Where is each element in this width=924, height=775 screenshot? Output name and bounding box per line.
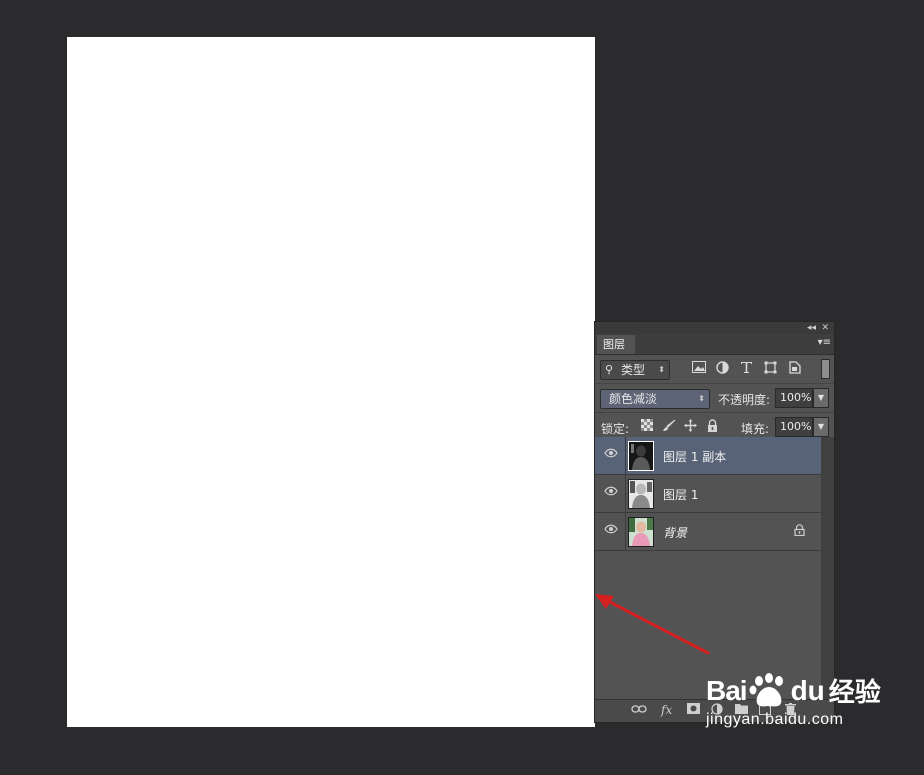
- opacity-label: 不透明度:: [718, 393, 771, 407]
- divider: [625, 437, 626, 475]
- baidu-paw-icon: [747, 672, 791, 709]
- layer-name: 图层 1: [663, 488, 699, 502]
- image-filter-icon[interactable]: [691, 361, 706, 375]
- lock-icon: [794, 524, 805, 539]
- annotation-arrow-icon: [595, 594, 710, 655]
- eye-icon[interactable]: [604, 523, 618, 537]
- layer-thumbnail: [628, 479, 654, 509]
- layer-name: 图层 1 副本: [663, 450, 727, 464]
- baidu-logo: Bai du 经验: [706, 672, 906, 709]
- close-icon[interactable]: ✕: [821, 322, 829, 334]
- filter-row: ⚲ 类型 ⬍: [595, 355, 834, 384]
- lock-label: 锁定:: [601, 422, 630, 436]
- layer-thumbnail: [628, 517, 654, 547]
- smart-object-filter-icon[interactable]: [787, 361, 802, 375]
- fill-label: 填充:: [741, 422, 770, 436]
- chevron-updown-icon: ⬍: [698, 394, 705, 403]
- blend-mode-select[interactable]: 颜色减淡 ⬍: [600, 389, 710, 409]
- opacity-input[interactable]: 100%: [775, 388, 813, 408]
- layer-row-layer1[interactable]: 图层 1: [595, 475, 821, 513]
- filter-kind-select[interactable]: ⚲ 类型 ⬍: [600, 360, 670, 380]
- collapse-icon[interactable]: ◂◂: [807, 322, 816, 334]
- lock-position-move-icon[interactable]: [683, 419, 698, 434]
- link-layers-icon[interactable]: [631, 703, 647, 717]
- watermark-brand-a: Bai: [706, 674, 748, 706]
- tab-layers[interactable]: 图层: [597, 335, 635, 354]
- search-icon: ⚲: [605, 363, 614, 376]
- filter-kind-label: 类型: [621, 363, 646, 377]
- layer-row-copy[interactable]: 图层 1 副本: [595, 437, 821, 475]
- eye-icon[interactable]: [604, 447, 618, 461]
- baidu-watermark: Bai du 经验 jingyan.baidu.com: [706, 672, 906, 729]
- filter-toggle-switch[interactable]: [821, 359, 830, 379]
- layer-row-background[interactable]: 背景: [595, 513, 821, 551]
- layer-name: 背景: [663, 526, 688, 540]
- divider: [625, 475, 626, 513]
- watermark-brand-b: du: [790, 674, 825, 706]
- lock-transparent-pixels-icon[interactable]: [639, 419, 654, 434]
- fill-dropdown-button[interactable]: ▼: [813, 417, 829, 437]
- watermark-url: jingyan.baidu.com: [706, 711, 844, 728]
- panel-titlebar: ◂◂ ✕: [595, 322, 834, 334]
- chevron-updown-icon: ⬍: [658, 365, 665, 374]
- add-mask-icon[interactable]: [687, 703, 700, 717]
- shape-filter-icon[interactable]: [763, 361, 778, 375]
- blend-row: 颜色减淡 ⬍ 不透明度: 100% ▼: [595, 384, 834, 413]
- layers-panel: ◂◂ ✕ 图层 ▾≡ ⚲ 类型 ⬍ 颜色减淡 ⬍ 不透明度: 100% ▼ 锁定…: [594, 321, 835, 723]
- adjustment-filter-icon[interactable]: [715, 361, 730, 375]
- eye-icon[interactable]: [604, 485, 618, 499]
- document-canvas[interactable]: [67, 37, 595, 727]
- watermark-brand-c: 经验: [828, 677, 881, 707]
- fx-effects-button[interactable]: fx: [661, 703, 672, 717]
- opacity-dropdown-button[interactable]: ▼: [813, 388, 829, 408]
- lock-all-icon[interactable]: [705, 419, 720, 434]
- layer-thumbnail: [628, 441, 654, 471]
- tab-row: 图层 ▾≡: [595, 334, 834, 355]
- panel-menu-icon[interactable]: ▾≡: [818, 337, 831, 349]
- lock-image-pixels-brush-icon[interactable]: [661, 419, 676, 434]
- blend-mode-value: 颜色减淡: [609, 392, 658, 406]
- divider: [625, 513, 626, 551]
- fill-input[interactable]: 100%: [775, 417, 813, 437]
- layers-scrollbar[interactable]: [821, 437, 834, 702]
- type-filter-icon[interactable]: [739, 361, 754, 375]
